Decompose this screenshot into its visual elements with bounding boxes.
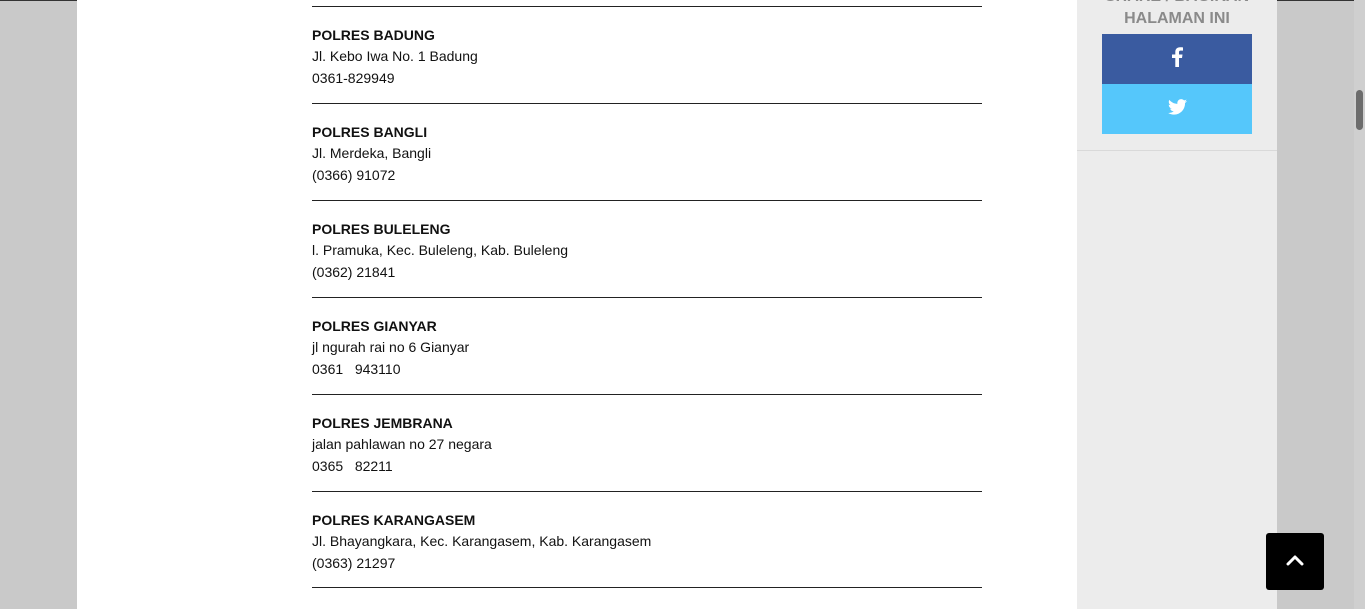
station-phone: 0361 943110 bbox=[312, 361, 401, 377]
scrollbar-thumb[interactable] bbox=[1356, 90, 1363, 130]
twitter-share-button[interactable] bbox=[1102, 84, 1252, 134]
back-to-top-button[interactable] bbox=[1266, 533, 1324, 590]
station-name: POLRES JEMBRANA bbox=[312, 415, 453, 431]
list-item: POLRES BADUNG Jl. Kebo Iwa No. 1 Badung … bbox=[312, 6, 982, 103]
share-title-line1: SHARE / BAGIKAN bbox=[1077, 0, 1277, 8]
share-title: SHARE / BAGIKAN HALAMAN INI bbox=[1077, 0, 1277, 30]
station-address: Jl. Kebo Iwa No. 1 Badung bbox=[312, 48, 478, 64]
share-widget: SHARE / BAGIKAN HALAMAN INI bbox=[1077, 0, 1277, 151]
station-address: Jl. Bhayangkara, Kec. Karangasem, Kab. K… bbox=[312, 533, 652, 549]
sidebar: SHARE / BAGIKAN HALAMAN INI bbox=[1077, 0, 1277, 609]
list-item: POLRES GIANYAR jl ngurah rai no 6 Gianya… bbox=[312, 297, 982, 394]
station-phone: 0365 82211 bbox=[312, 458, 393, 474]
station-phone: (0362) 21841 bbox=[312, 264, 396, 280]
station-name: POLRES BULELENG bbox=[312, 221, 451, 237]
list-item: POLRES KARANGASEM Jl. Bhayangkara, Kec. … bbox=[312, 491, 982, 588]
station-name: POLRES BADUNG bbox=[312, 27, 435, 43]
station-name: POLRES KARANGASEM bbox=[312, 512, 476, 528]
station-address: jalan pahlawan no 27 negara bbox=[312, 436, 492, 452]
list-item: POLRES BANGLI Jl. Merdeka, Bangli (0366)… bbox=[312, 103, 982, 200]
station-address: Jl. Merdeka, Bangli bbox=[312, 145, 432, 161]
twitter-icon bbox=[1167, 98, 1187, 120]
station-address: l. Pramuka, Kec. Buleleng, Kab. Buleleng bbox=[312, 242, 569, 258]
station-phone: (0366) 91072 bbox=[312, 167, 396, 183]
facebook-icon bbox=[1171, 46, 1183, 72]
list-item: POLRES JEMBRANA jalan pahlawan no 27 neg… bbox=[312, 394, 982, 491]
facebook-share-button[interactable] bbox=[1102, 34, 1252, 84]
share-title-line2: HALAMAN INI bbox=[1124, 10, 1230, 27]
station-phone: 0361-829949 bbox=[312, 70, 395, 86]
list-item: POLRES BULELENG l. Pramuka, Kec. Bulelen… bbox=[312, 200, 982, 297]
station-name: POLRES GIANYAR bbox=[312, 318, 437, 334]
chevron-up-icon bbox=[1286, 553, 1304, 571]
station-phone: (0363) 21297 bbox=[312, 555, 396, 571]
police-station-list: POLRES BADUNG Jl. Kebo Iwa No. 1 Badung … bbox=[312, 6, 982, 588]
station-name: POLRES BANGLI bbox=[312, 124, 428, 140]
station-address: jl ngurah rai no 6 Gianyar bbox=[312, 339, 470, 355]
